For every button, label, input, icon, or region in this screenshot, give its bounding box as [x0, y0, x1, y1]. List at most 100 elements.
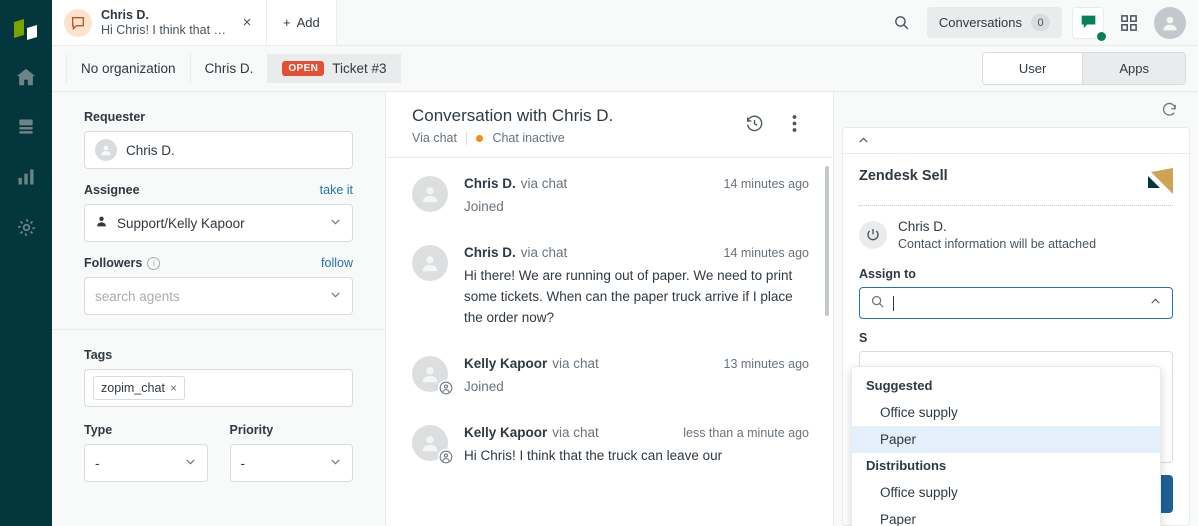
- followers-select[interactable]: search agents: [84, 277, 353, 315]
- priority-value: -: [241, 456, 246, 471]
- remove-tag-icon[interactable]: ×: [170, 381, 177, 395]
- tag-label: zopim_chat: [101, 381, 165, 395]
- top-bar: Chris D. Hi Chris! I think that th... × …: [52, 0, 1198, 46]
- conversation-messages[interactable]: Chris D. via chat 14 minutes ago Joined: [386, 158, 833, 526]
- message-author: Chris D.: [464, 245, 516, 260]
- info-icon[interactable]: i: [147, 257, 160, 270]
- main-body: Chris D. Hi Chris! I think that th... × …: [52, 0, 1198, 526]
- breadcrumb-item-ticket[interactable]: OPEN Ticket #3: [268, 54, 400, 83]
- zendesk-sell-logo-icon: [1147, 168, 1173, 194]
- message-channel: via chat: [521, 176, 568, 191]
- search-icon[interactable]: [887, 8, 917, 38]
- power-icon: [859, 221, 887, 249]
- sidebar-item-reporting[interactable]: [0, 152, 52, 202]
- message-item: Chris D. via chat 14 minutes ago Hi ther…: [412, 245, 809, 329]
- apps-panel: Zendesk Sell: [834, 92, 1198, 526]
- message-meta: Kelly Kapoor via chat less than a minute…: [464, 425, 809, 440]
- ticket-tab[interactable]: Chris D. Hi Chris! I think that th... ×: [52, 0, 267, 45]
- app-collapse-toggle[interactable]: [843, 128, 1189, 154]
- search-icon: [870, 294, 885, 312]
- message-meta: Chris D. via chat 14 minutes ago: [464, 176, 809, 191]
- breadcrumb-item-organization[interactable]: No organization: [66, 54, 191, 83]
- tag-chip[interactable]: zopim_chat ×: [93, 376, 185, 400]
- chat-bubble-icon: [64, 9, 92, 37]
- divider: [466, 132, 467, 145]
- dropdown-group-label: Distributions: [852, 453, 1160, 479]
- more-vertical-icon[interactable]: [779, 108, 809, 138]
- take-it-link[interactable]: take it: [320, 183, 353, 197]
- text-caret: [893, 296, 894, 311]
- follow-link[interactable]: follow: [321, 256, 353, 270]
- priority-select[interactable]: -: [230, 444, 354, 482]
- breadcrumb-item-requester[interactable]: Chris D.: [191, 54, 269, 83]
- status-badge: OPEN: [282, 61, 324, 76]
- message-author: Kelly Kapoor: [464, 425, 547, 440]
- type-group: Type -: [84, 423, 208, 482]
- chevron-down-icon: [329, 215, 342, 231]
- message-channel: via chat: [521, 245, 568, 260]
- followers-label-wrap: Followers i: [84, 256, 160, 270]
- avatar: [412, 176, 448, 212]
- requester-label: Requester: [84, 110, 353, 124]
- dropdown-item[interactable]: Paper: [852, 426, 1160, 453]
- message-text: Joined: [464, 197, 809, 218]
- refresh-icon[interactable]: [1154, 95, 1184, 125]
- dropdown-item[interactable]: Paper: [852, 506, 1160, 526]
- chevron-down-icon: [184, 455, 197, 471]
- conversation-subheader: Via chat Chat inactive: [412, 131, 739, 145]
- tags-input[interactable]: zopim_chat ×: [84, 369, 353, 407]
- avatar: [412, 356, 448, 392]
- message-item: Chris D. via chat 14 minutes ago Joined: [412, 176, 809, 218]
- chat-icon[interactable]: [1072, 7, 1104, 39]
- followers-label-row: Followers i follow: [84, 256, 353, 270]
- chevron-down-icon: [329, 288, 342, 304]
- message-text: Joined: [464, 377, 809, 398]
- message-timestamp: 14 minutes ago: [724, 177, 809, 191]
- sidebar-item-admin[interactable]: [0, 202, 52, 252]
- assignee-select[interactable]: Support/Kelly Kapoor: [84, 204, 353, 242]
- sidebar-item-views[interactable]: [0, 102, 52, 152]
- agent-icon: [95, 215, 108, 231]
- conversation-status: Chat inactive: [476, 131, 565, 145]
- type-priority-row: Type - Priority -: [84, 423, 353, 482]
- chevron-up-icon[interactable]: [1149, 295, 1162, 311]
- message-author: Chris D.: [464, 176, 516, 191]
- assign-to-dropdown[interactable]: Suggested Office supply Paper Distributi…: [851, 366, 1161, 526]
- close-icon[interactable]: ×: [238, 14, 256, 32]
- assign-to-search-input[interactable]: [859, 287, 1173, 319]
- conversation-header-text: Conversation with Chris D. Via chat Chat…: [412, 106, 739, 145]
- message-author: Kelly Kapoor: [464, 356, 547, 371]
- zendesk-logo-icon[interactable]: [0, 8, 52, 52]
- ticket-tab-text: Chris D. Hi Chris! I think that th...: [101, 8, 229, 38]
- sidebar-item-home[interactable]: [0, 52, 52, 102]
- content-columns: Requester Chris D. Assignee take it: [52, 92, 1198, 526]
- tags-label: Tags: [84, 348, 353, 362]
- message-meta: Kelly Kapoor via chat 13 minutes ago: [464, 356, 809, 371]
- add-button[interactable]: + Add: [267, 0, 337, 45]
- top-bar-actions: Conversations 0: [887, 0, 1198, 45]
- add-button-label: Add: [297, 15, 320, 30]
- avatar[interactable]: [1154, 7, 1186, 39]
- conversations-button[interactable]: Conversations 0: [927, 7, 1062, 38]
- avatar: [412, 425, 448, 461]
- assign-to-label: Assign to: [859, 267, 1173, 281]
- tab-user[interactable]: User: [983, 53, 1083, 84]
- dropdown-item[interactable]: Office supply: [852, 479, 1160, 506]
- requester-field[interactable]: Chris D.: [84, 131, 353, 169]
- sell-contact-row: Chris D. Contact information will be att…: [859, 218, 1173, 253]
- obscured-field-label: S: [859, 331, 1173, 345]
- history-clock-icon[interactable]: [739, 108, 769, 138]
- top-bar-spacer: [337, 0, 887, 45]
- app-card-body: Zendesk Sell: [843, 154, 1189, 525]
- conversations-label: Conversations: [939, 15, 1022, 30]
- message-channel: via chat: [552, 356, 599, 371]
- conversation-scrollbar[interactable]: [825, 166, 829, 316]
- tab-apps[interactable]: Apps: [1083, 53, 1185, 84]
- grid-icon[interactable]: [1114, 8, 1144, 38]
- message-body: Kelly Kapoor via chat less than a minute…: [464, 425, 809, 467]
- dropdown-item[interactable]: Office supply: [852, 399, 1160, 426]
- type-select[interactable]: -: [84, 444, 208, 482]
- message-body: Chris D. via chat 14 minutes ago Joined: [464, 176, 809, 218]
- chat-online-indicator: [1096, 31, 1107, 42]
- panel-toggle: User Apps: [982, 52, 1186, 85]
